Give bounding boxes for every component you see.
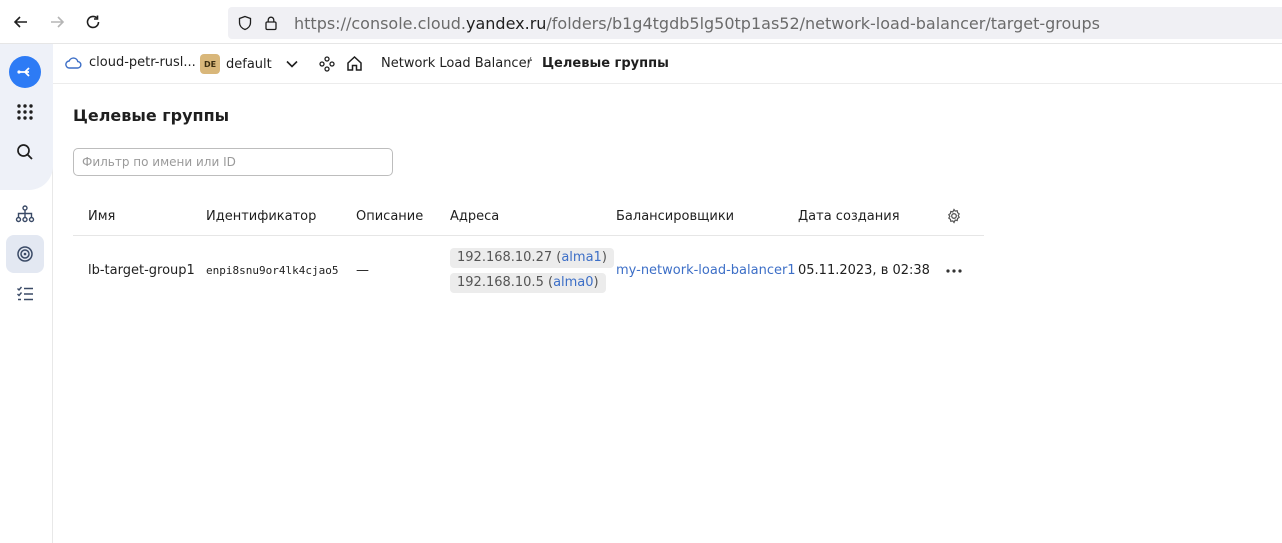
row-id: enpi8snu9or4lk4cjao5 (206, 264, 339, 277)
balancers-nav-button[interactable] (6, 195, 44, 233)
breadcrumb-separator: / (527, 56, 532, 71)
host-link[interactable]: alma1 (561, 250, 601, 265)
target-icon (17, 246, 33, 262)
url-text[interactable]: https://console.cloud.yandex.ru/folders/… (294, 14, 1100, 33)
host-link[interactable]: alma0 (553, 275, 593, 290)
service-logo-button[interactable] (9, 56, 41, 88)
column-header-name[interactable]: Имя (88, 209, 115, 224)
page-title: Целевые группы (73, 106, 230, 125)
column-header-balancers[interactable]: Балансировщики (616, 209, 734, 224)
arrow-right-icon (51, 16, 65, 28)
cloud-selector[interactable]: cloud-petr-rusl... (65, 55, 196, 70)
hierarchy-icon (15, 205, 35, 223)
services-graph-button[interactable] (319, 56, 335, 72)
home-button[interactable] (346, 55, 363, 72)
row-created: 05.11.2023, в 02:38 (798, 263, 930, 278)
column-header-id[interactable]: Идентификатор (206, 209, 316, 224)
reload-icon (86, 15, 100, 29)
left-rail (0, 44, 53, 543)
row-description: — (356, 263, 369, 278)
reload-button[interactable] (81, 10, 105, 34)
cloud-name: cloud-petr-rusl... (89, 55, 196, 70)
browser-toolbar: https://console.cloud.yandex.ru/folders/… (0, 0, 1282, 44)
table-row[interactable]: lb-target-group1 enpi8snu9or4lk4cjao5 — … (73, 236, 984, 306)
folder-name: default (226, 56, 272, 72)
balancer-link[interactable]: my-network-load-balancer1 (616, 263, 796, 278)
shield-icon[interactable] (236, 14, 254, 32)
breadcrumb-current: Целевые группы (542, 56, 669, 71)
search-button[interactable] (6, 133, 44, 171)
column-header-created[interactable]: Дата создания (798, 209, 900, 224)
cloud-icon (65, 56, 82, 69)
filter-input[interactable] (73, 148, 393, 176)
console-header: cloud-petr-rusl... DE default Network Lo… (53, 44, 1282, 84)
column-header-addresses[interactable]: Адреса (450, 209, 499, 224)
home-icon (347, 55, 362, 71)
row-name: lb-target-group1 (88, 263, 195, 278)
more-actions-icon[interactable] (945, 268, 963, 274)
arrow-left-icon (13, 16, 27, 28)
folder-selector[interactable]: DE default (200, 54, 298, 74)
checklist-icon (17, 286, 33, 301)
nodes-icon (319, 56, 335, 72)
address-chip: 192.168.10.27 (alma1) (450, 248, 614, 268)
lock-icon[interactable] (262, 14, 280, 32)
address-chip: 192.168.10.5 (alma0) (450, 273, 606, 293)
chevron-down-icon (286, 60, 298, 68)
breadcrumb-service[interactable]: Network Load Balancer (381, 56, 532, 71)
column-header-description[interactable]: Описание (356, 209, 423, 224)
all-services-button[interactable] (6, 93, 44, 131)
address-bar[interactable]: https://console.cloud.yandex.ru/folders/… (228, 7, 1282, 39)
search-icon (17, 144, 33, 160)
settings-gear-icon[interactable] (946, 208, 962, 224)
folder-badge: DE (200, 54, 220, 74)
target-groups-table: Имя Идентификатор Описание Адреса Баланс… (73, 196, 984, 306)
target-groups-nav-button[interactable] (6, 235, 44, 273)
operations-nav-button[interactable] (6, 275, 44, 313)
grid-icon (17, 104, 33, 120)
back-button[interactable] (9, 10, 33, 34)
table-header: Имя Идентификатор Описание Адреса Баланс… (73, 196, 984, 236)
network-load-balancer-icon (17, 67, 30, 77)
forward-button[interactable] (45, 10, 69, 34)
